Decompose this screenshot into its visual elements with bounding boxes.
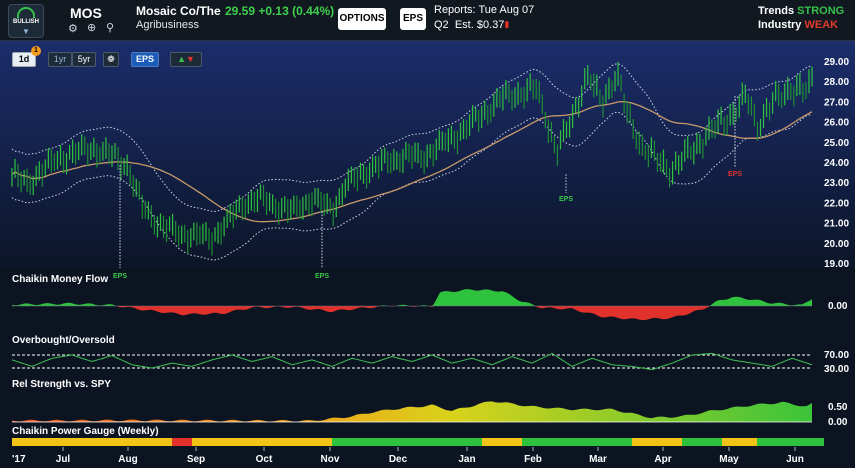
trend-arrows-button[interactable]: ▲▼ <box>170 52 202 67</box>
x-axis-label: Nov <box>321 454 340 465</box>
obos-tick-70: 70.00 <box>824 350 849 361</box>
power-gauge-segment <box>172 438 192 446</box>
y-tick-label: 22.00 <box>824 198 849 209</box>
period-5yr-button[interactable]: 5yr <box>72 52 96 67</box>
power-gauge-segment <box>522 438 632 446</box>
power-gauge-segment <box>332 438 482 446</box>
power-gauge-segment <box>757 438 824 446</box>
obos-tick-30: 30.00 <box>824 364 849 375</box>
power-gauge-segment <box>12 438 172 446</box>
x-axis-label: Apr <box>654 454 671 465</box>
x-axis-label: Mar <box>589 454 607 465</box>
obos-title: Overbought/Oversold <box>12 335 115 346</box>
settings-icon[interactable]: ❁ <box>103 52 119 67</box>
x-axis-label: Aug <box>118 454 137 465</box>
power-gauge-segment <box>192 438 332 446</box>
cmf-tick-label: 0.00 <box>828 301 848 312</box>
x-axis-label: '17 <box>12 454 26 465</box>
y-tick-label: 27.00 <box>824 97 849 108</box>
x-axis-label: Sep <box>187 454 205 465</box>
y-tick-label: 20.00 <box>824 239 849 250</box>
x-axis-label: May <box>719 454 739 465</box>
cmf-title: Chaikin Money Flow <box>12 274 109 285</box>
eps-marker-label: EPS <box>315 273 329 280</box>
y-tick-label: 25.00 <box>824 138 849 149</box>
x-axis-label: Jul <box>56 454 71 465</box>
down-arrow-icon: ▼ <box>186 54 195 64</box>
eps-marker-label: EPS <box>728 171 742 178</box>
alert-count-badge: 1 <box>31 46 41 56</box>
x-axis-label: Feb <box>524 454 542 465</box>
x-axis-label: Jan <box>458 454 475 465</box>
price-chart[interactable]: 29.00 28.00 27.00 26.00 25.00 24.00 23.00 22.00… <box>0 0 855 468</box>
rel-tick-050: 0.50 <box>828 402 848 413</box>
y-tick-label: 28.00 <box>824 77 849 88</box>
rel-strength-title: Rel Strength vs. SPY <box>12 379 111 390</box>
period-1yr-button[interactable]: 1yr <box>48 52 72 67</box>
eps-toggle-button[interactable]: EPS <box>131 52 159 67</box>
eps-marker-label: EPS <box>113 273 127 280</box>
x-axis-label: Oct <box>256 454 273 465</box>
y-tick-label: 29.00 <box>824 57 849 68</box>
y-tick-label: 23.00 <box>824 178 849 189</box>
x-axis-label: Jun <box>786 454 804 465</box>
power-gauge-segment <box>722 438 757 446</box>
power-gauge-segment <box>632 438 682 446</box>
y-tick-label: 19.00 <box>824 259 849 270</box>
x-axis-label: Dec <box>389 454 408 465</box>
power-gauge-segment <box>682 438 722 446</box>
y-tick-label: 24.00 <box>824 158 849 169</box>
up-arrow-icon: ▲ <box>177 54 186 64</box>
rel-tick-000: 0.00 <box>828 417 848 428</box>
power-gauge-segment <box>482 438 522 446</box>
y-tick-label: 26.00 <box>824 118 849 129</box>
power-gauge-title: Chaikin Power Gauge (Weekly) <box>12 426 159 437</box>
y-tick-label: 21.00 <box>824 219 849 230</box>
eps-marker-label: EPS <box>559 196 573 203</box>
